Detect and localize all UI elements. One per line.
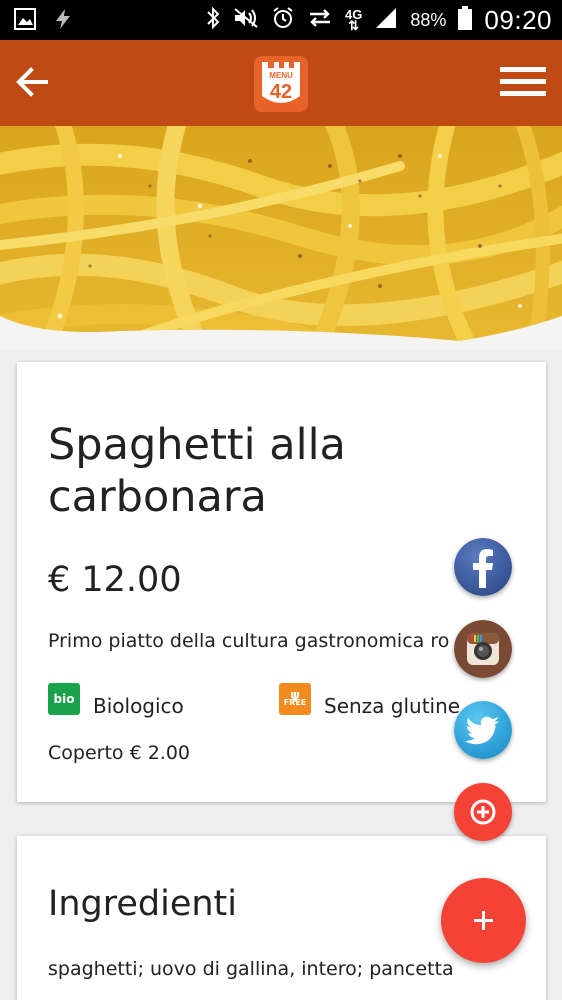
- clock: 09:20: [484, 4, 552, 35]
- menu42-logo: MENU 42: [254, 56, 308, 112]
- alarm-icon: [271, 6, 295, 35]
- app-bar: MENU 42: [0, 40, 562, 126]
- ingredients-title: Ingredienti: [48, 884, 237, 924]
- share-twitter-button[interactable]: [454, 701, 512, 759]
- gluten-free-icon-text: FREE: [283, 698, 307, 707]
- tag-organic: bio Biologico: [48, 680, 184, 718]
- logo-text-number: 42: [270, 81, 292, 103]
- add-to-order-button[interactable]: [441, 878, 526, 963]
- twitter-icon: [454, 701, 512, 759]
- battery-icon: [458, 5, 473, 35]
- hamburger-icon: [500, 67, 546, 96]
- tag-gluten-free-label: Senza glutine: [324, 694, 461, 718]
- logo-text-menu: MENU: [269, 71, 293, 80]
- share-instagram-button[interactable]: [454, 620, 512, 678]
- image-notification-icon: [14, 8, 36, 35]
- facebook-icon: [454, 538, 512, 596]
- back-button[interactable]: [14, 63, 52, 101]
- tag-organic-label: Biologico: [93, 694, 184, 718]
- gluten-free-icon: ψ FREE: [279, 683, 311, 715]
- battery-percent: 88%: [410, 9, 447, 30]
- plus-icon: [474, 911, 493, 930]
- signal-icon: [374, 7, 398, 34]
- share-facebook-button[interactable]: [454, 538, 512, 596]
- cover-charge: Coperto € 2.00: [48, 742, 190, 764]
- dish-description: Primo piatto della cultura gastronomica …: [48, 630, 450, 652]
- arrow-left-icon: [16, 67, 48, 97]
- mute-icon: [233, 7, 259, 34]
- status-bar: 4G ⇅ 88% 09:20: [0, 0, 562, 40]
- instagram-icon: [454, 620, 512, 678]
- dish-photo: [0, 126, 562, 350]
- network-type-indicator: 4G ⇅: [345, 7, 363, 33]
- sync-icon: [307, 7, 333, 34]
- network-type-label: 4G: [345, 7, 363, 22]
- add-favorite-button[interactable]: [454, 783, 512, 841]
- plus-circle-icon: [470, 799, 496, 825]
- ingredients-text: spaghetti; uovo di gallina, intero; panc…: [48, 958, 454, 980]
- dish-title: Spaghetti alla carbonara: [48, 420, 346, 522]
- tag-gluten-free: ψ FREE Senza glutine: [279, 680, 460, 718]
- hamburger-menu-button[interactable]: [500, 63, 546, 101]
- dish-price: € 12.00: [48, 560, 182, 600]
- organic-icon-text: bio: [53, 692, 75, 706]
- organic-icon: bio: [48, 683, 80, 715]
- bluetooth-icon: [205, 6, 221, 35]
- charging-notification-icon: [52, 8, 74, 35]
